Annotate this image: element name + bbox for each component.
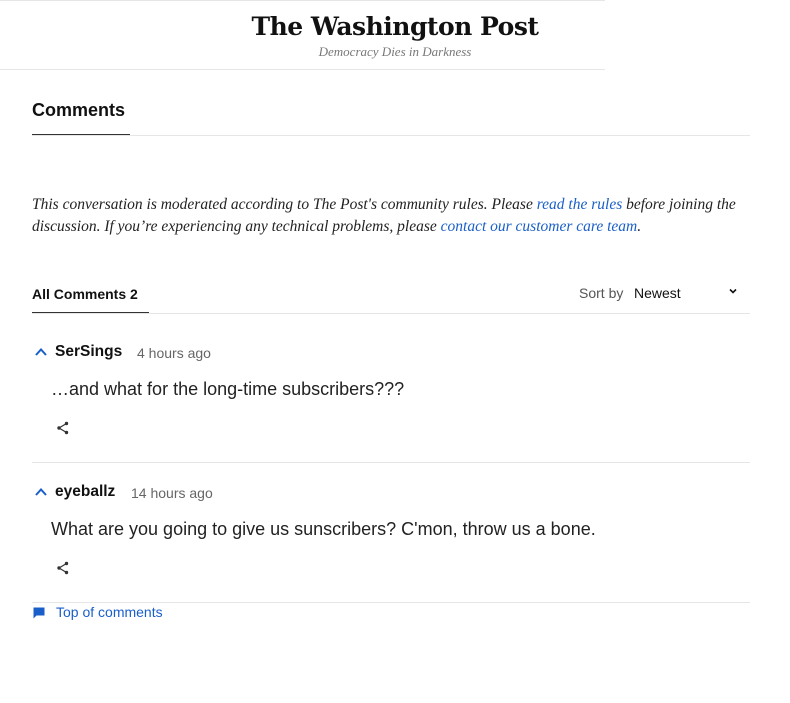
divider <box>32 313 750 314</box>
all-comments-tab[interactable]: All Comments 2 <box>32 286 138 302</box>
comment-body: …and what for the long-time subscribers?… <box>51 379 405 399</box>
divider <box>32 602 750 603</box>
top-of-comments-label[interactable]: Top of comments <box>56 604 163 620</box>
masthead-tagline: Democracy Dies in Darkness <box>318 44 472 59</box>
share-icon[interactable] <box>56 561 70 575</box>
notice-text: . <box>637 218 642 235</box>
moderation-notice: This conversation is moderated according… <box>32 194 757 238</box>
comment-timestamp: 4 hours ago <box>137 345 211 361</box>
comment-body: What are you going to give us sunscriber… <box>51 519 596 539</box>
comments-title[interactable]: Comments <box>32 100 125 121</box>
share-icon[interactable] <box>56 421 70 435</box>
divider <box>32 135 750 136</box>
customer-care-link[interactable]: contact our customer care team <box>441 218 638 235</box>
comment-author[interactable]: eyeballz <box>55 483 115 501</box>
chevron-down-icon[interactable] <box>728 284 738 299</box>
collapse-chevron-icon[interactable] <box>34 345 48 359</box>
comment-bubble-icon <box>32 606 46 620</box>
sort-select[interactable]: Newest <box>634 285 681 301</box>
notice-text: This conversation is moderated according… <box>32 196 537 213</box>
comment-author[interactable]: SerSings <box>55 343 122 361</box>
divider <box>32 462 750 463</box>
comment-timestamp: 14 hours ago <box>131 485 213 501</box>
collapse-chevron-icon[interactable] <box>34 485 48 499</box>
washington-post-logo[interactable]: The Washington Post <box>0 12 790 41</box>
sort-by-label: Sort by <box>579 285 624 301</box>
read-rules-link[interactable]: read the rules <box>537 196 623 213</box>
